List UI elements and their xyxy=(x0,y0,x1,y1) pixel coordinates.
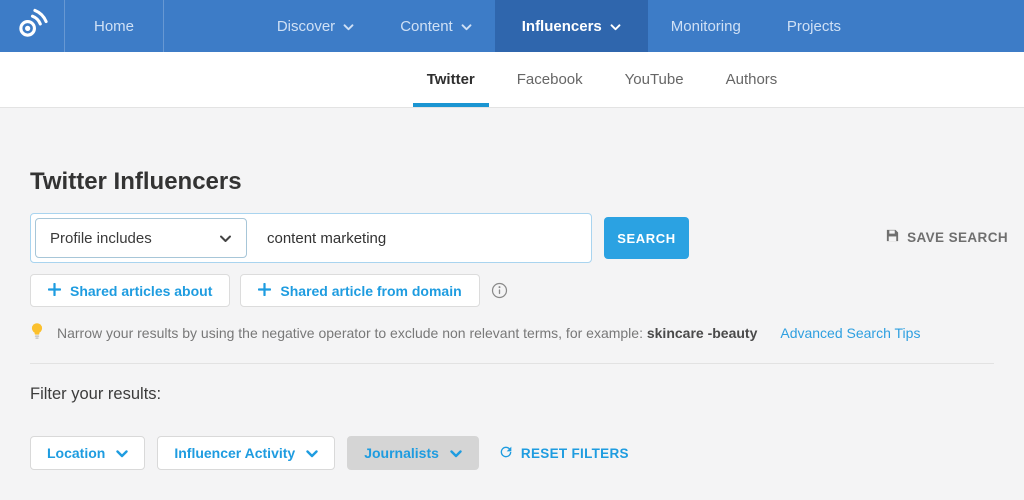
top-navbar: Home Discover Content Influencers Monito… xyxy=(0,0,1024,52)
save-icon xyxy=(885,228,900,246)
nav-item-discover[interactable]: Discover xyxy=(254,0,377,52)
tab-label: Twitter xyxy=(427,71,475,88)
search-box: Profile includes xyxy=(30,213,592,263)
tip-row: Narrow your results by using the negativ… xyxy=(30,322,994,344)
nav-item-projects[interactable]: Projects xyxy=(764,0,864,52)
shared-article-from-domain-button[interactable]: Shared article from domain xyxy=(240,274,479,307)
tip-text: Narrow your results by using the negativ… xyxy=(57,325,757,341)
reset-filters-button[interactable]: RESET FILTERS xyxy=(498,444,629,463)
tab-label: YouTube xyxy=(625,71,684,88)
advanced-search-tips-link[interactable]: Advanced Search Tips xyxy=(780,325,920,341)
chevron-down-icon xyxy=(461,18,472,35)
nav-item-label: Content xyxy=(400,18,453,35)
chevron-down-icon xyxy=(610,18,621,35)
plus-icon xyxy=(48,283,61,299)
filter-influencer-activity-button[interactable]: Influencer Activity xyxy=(157,436,335,470)
lightbulb-icon xyxy=(30,322,44,344)
nav-item-content[interactable]: Content xyxy=(377,0,495,52)
filter-row: Location Influencer Activity Journalists xyxy=(30,436,994,470)
tab-authors[interactable]: Authors xyxy=(705,52,799,107)
nav-item-label: Monitoring xyxy=(671,18,741,35)
button-label: Shared articles about xyxy=(70,283,212,299)
reset-filters-label: RESET FILTERS xyxy=(521,446,629,461)
section-divider xyxy=(30,363,994,364)
tip-example: skincare -beauty xyxy=(647,325,758,341)
search-query-input[interactable] xyxy=(251,214,591,262)
nav-item-label: Discover xyxy=(277,18,335,35)
search-row: Profile includes SEARCH SAVE SEARCH xyxy=(30,213,994,263)
filter-journalists-button[interactable]: Journalists xyxy=(347,436,479,470)
refresh-icon xyxy=(498,444,514,463)
nav-item-home[interactable]: Home xyxy=(65,0,164,52)
channel-tabbar: Twitter Facebook YouTube Authors xyxy=(0,52,1024,108)
chevron-down-icon xyxy=(116,445,128,461)
nav-item-label: Home xyxy=(94,18,134,35)
search-button[interactable]: SEARCH xyxy=(604,217,689,259)
save-search-button[interactable]: SAVE SEARCH xyxy=(885,228,1008,246)
chevron-down-icon xyxy=(450,445,462,461)
tab-facebook[interactable]: Facebook xyxy=(496,52,604,107)
main-content: Twitter Influencers Profile includes SEA… xyxy=(0,168,1024,470)
page-title: Twitter Influencers xyxy=(30,168,994,196)
shared-articles-about-button[interactable]: Shared articles about xyxy=(30,274,230,307)
chevron-down-icon xyxy=(343,18,354,35)
add-criteria-row: Shared articles about Shared article fro… xyxy=(30,274,994,307)
tab-label: Facebook xyxy=(517,71,583,88)
filter-heading: Filter your results: xyxy=(30,385,994,404)
chevron-down-icon xyxy=(219,230,232,247)
save-search-label: SAVE SEARCH xyxy=(907,230,1008,245)
plus-icon xyxy=(258,283,271,299)
nav-item-label: Influencers xyxy=(522,18,602,35)
search-type-dropdown[interactable]: Profile includes xyxy=(35,218,247,258)
button-label: Journalists xyxy=(364,445,439,461)
search-type-value: Profile includes xyxy=(50,230,152,247)
button-label: Shared article from domain xyxy=(280,283,461,299)
info-icon[interactable] xyxy=(491,282,508,299)
rss-signal-logo-icon xyxy=(16,7,49,45)
button-label: Location xyxy=(47,445,105,461)
chevron-down-icon xyxy=(306,445,318,461)
app-logo[interactable] xyxy=(0,0,65,52)
tab-twitter[interactable]: Twitter xyxy=(406,52,496,107)
nav-links: Discover Content Influencers Monitoring … xyxy=(254,0,864,52)
nav-item-influencers[interactable]: Influencers xyxy=(495,0,648,52)
filter-location-button[interactable]: Location xyxy=(30,436,145,470)
nav-item-label: Projects xyxy=(787,18,841,35)
button-label: Influencer Activity xyxy=(174,445,295,461)
tab-youtube[interactable]: YouTube xyxy=(604,52,705,107)
nav-item-monitoring[interactable]: Monitoring xyxy=(648,0,764,52)
channel-tabs: Twitter Facebook YouTube Authors xyxy=(406,52,799,107)
tab-label: Authors xyxy=(726,71,778,88)
